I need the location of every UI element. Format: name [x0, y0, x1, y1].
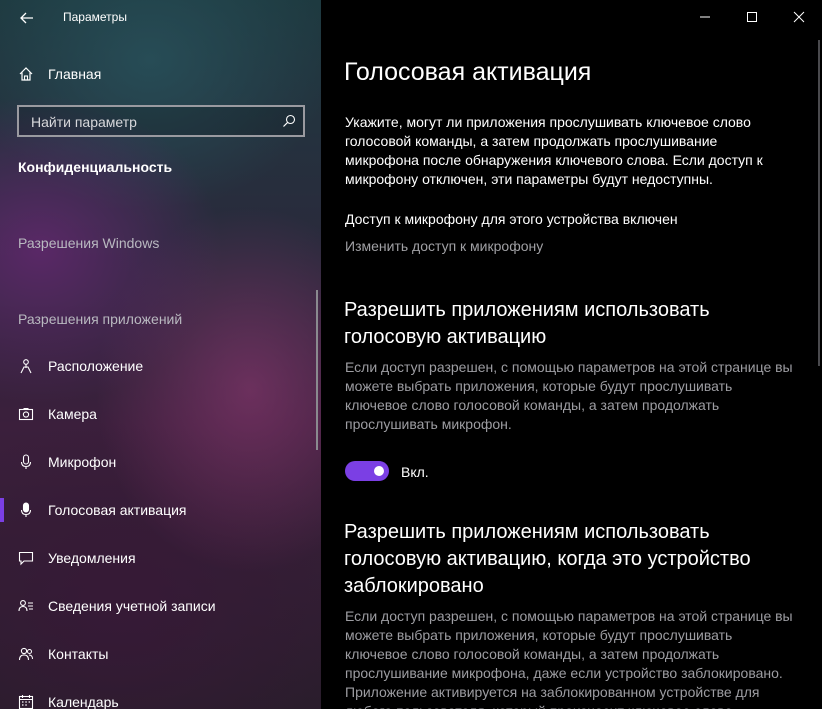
sidebar-item-label: Сведения учетной записи	[48, 598, 216, 614]
sidebar-item-label: Календарь	[48, 694, 119, 709]
close-button[interactable]	[775, 0, 822, 34]
sidebar-item-contacts[interactable]: Контакты	[0, 634, 321, 674]
calendar-icon	[18, 694, 34, 709]
camera-icon	[18, 406, 34, 422]
minimize-icon	[699, 16, 710, 18]
app-title: Параметры	[63, 10, 127, 24]
sidebar-item-home[interactable]: Главная	[0, 54, 321, 94]
maximize-button[interactable]	[728, 0, 775, 34]
section-description-allow-voice-locked: Если доступ разрешен, с помощью параметр…	[345, 608, 793, 709]
sidebar-item-label: Микрофон	[48, 454, 117, 470]
toggle-state-label: Вкл.	[401, 464, 429, 480]
change-mic-access-link[interactable]: Изменить доступ к микрофону	[345, 238, 543, 254]
minimize-button[interactable]	[681, 0, 728, 34]
microphone-icon	[18, 454, 34, 470]
sidebar-item-location[interactable]: Расположение	[0, 346, 321, 386]
sidebar-item-label: Контакты	[48, 646, 109, 662]
page-description: Укажите, могут ли приложения прослушиват…	[345, 114, 763, 187]
sidebar: Параметры Главная Конфиденциальность Раз…	[0, 0, 321, 709]
search-box[interactable]	[17, 105, 305, 137]
sidebar-item-label: Камера	[48, 406, 97, 422]
maximize-icon	[746, 12, 757, 22]
voice-activation-icon	[18, 502, 34, 518]
main-pane: Голосовая активация Укажите, могут ли пр…	[321, 0, 822, 709]
section-title-allow-voice-locked: Разрешить приложениям использовать голос…	[344, 521, 751, 597]
sidebar-item-label: Уведомления	[48, 550, 136, 566]
contacts-icon	[18, 646, 34, 662]
toggle-knob	[374, 466, 384, 476]
group-label-apps: Разрешения приложений	[18, 311, 183, 327]
sidebar-item-microphone[interactable]: Микрофон	[0, 442, 321, 482]
back-arrow-icon[interactable]	[17, 8, 37, 28]
section-heading: Конфиденциальность	[18, 159, 173, 175]
location-icon	[18, 358, 34, 374]
sidebar-item-camera[interactable]: Камера	[0, 394, 321, 434]
sidebar-item-calendar[interactable]: Календарь	[0, 682, 321, 709]
notifications-icon	[18, 550, 34, 566]
page-title: Голосовая активация	[344, 58, 592, 86]
mic-status-text: Доступ к микрофону для этого устройства …	[345, 211, 678, 227]
window-controls	[681, 0, 822, 34]
sidebar-scrollbar[interactable]	[316, 290, 318, 450]
group-label-windows: Разрешения Windows	[18, 235, 160, 251]
settings-window: Параметры Главная Конфиденциальность Раз…	[0, 0, 822, 709]
search-input[interactable]	[29, 112, 273, 132]
sidebar-item-label: Расположение	[48, 358, 144, 374]
sidebar-item-account-info[interactable]: Сведения учетной записи	[0, 586, 321, 626]
voice-activation-toggle[interactable]	[345, 461, 389, 481]
section-title-allow-voice: Разрешить приложениям использовать голос…	[344, 299, 710, 348]
sidebar-item-label: Голосовая активация	[48, 502, 187, 518]
main-scrollbar[interactable]	[818, 40, 820, 366]
sidebar-item-notifications[interactable]: Уведомления	[0, 538, 321, 578]
sidebar-item-voice-activation[interactable]: Голосовая активация	[0, 490, 321, 530]
close-icon	[793, 11, 804, 23]
section-description-allow-voice: Если доступ разрешен, с помощью параметр…	[345, 359, 793, 432]
sidebar-item-label: Главная	[48, 66, 102, 82]
account-info-icon	[18, 598, 34, 614]
search-icon[interactable]	[281, 113, 297, 129]
home-icon	[18, 66, 34, 82]
